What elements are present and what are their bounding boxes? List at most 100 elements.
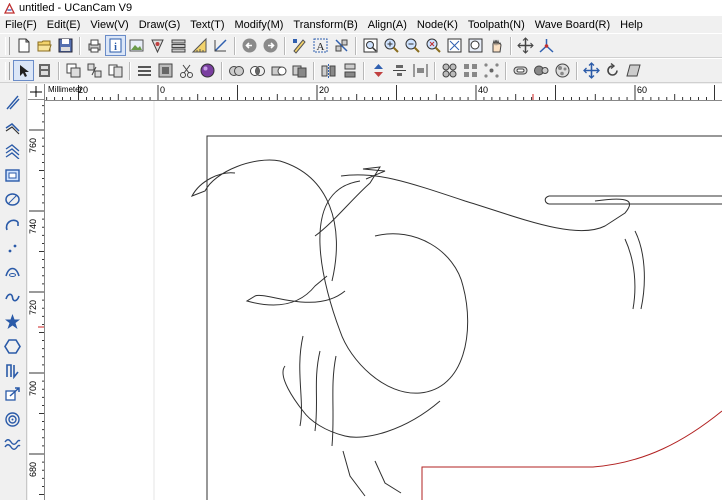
skew-button[interactable] [623,60,644,81]
menu-item-edit[interactable]: Edit(E) [42,19,86,31]
zoom-all-button[interactable] [465,35,486,56]
toolbar-separator [221,61,223,80]
ruler-corner[interactable] [28,84,45,100]
layers-button[interactable] [168,35,189,56]
polygon-tool-icon [3,338,21,355]
line-tool-button[interactable] [2,92,22,112]
grid-array-button[interactable] [460,60,481,81]
zoom-window-button[interactable] [360,35,381,56]
info-button[interactable]: i [105,35,126,56]
round-corner-icon [533,62,550,79]
object-manager-button[interactable] [34,60,55,81]
zoom-window-icon [362,37,379,54]
duplicate-button[interactable] [63,60,84,81]
nest-icon [441,62,458,79]
offset-contour-button[interactable] [510,60,531,81]
star-tool-button[interactable] [2,312,22,332]
rotate-icon [604,62,621,79]
dimension-icon [212,37,229,54]
polygon-tool-button[interactable] [2,336,22,356]
spiral-tool-button[interactable] [2,409,22,429]
main-toolbar: iA [0,33,722,58]
trim-button[interactable] [268,60,289,81]
zoom-in-icon [383,37,400,54]
rectangle-tool-button[interactable] [2,165,22,185]
menu-item-help[interactable]: Help [615,19,648,31]
hatch-button[interactable] [134,60,155,81]
origin-axis-button[interactable] [536,35,557,56]
menu-item-text[interactable]: Text(T) [185,19,229,31]
drawing-canvas[interactable] [45,101,722,500]
bezier-tool-button[interactable] [2,263,22,283]
zoom-out-button[interactable] [402,35,423,56]
intersect-button[interactable] [247,60,268,81]
bitmap-button[interactable] [155,60,176,81]
distribute-button[interactable] [410,60,431,81]
pattern-button[interactable] [552,60,573,81]
array-copy-button[interactable] [84,60,105,81]
zoom-selection-button[interactable] [423,35,444,56]
redo-button[interactable] [260,35,281,56]
clone-button[interactable] [105,60,126,81]
color-ball-button[interactable] [197,60,218,81]
menu-item-align[interactable]: Align(A) [363,19,412,31]
align-button[interactable] [331,35,352,56]
spiral-curve-tool-button[interactable] [2,287,22,307]
menu-item-draw[interactable]: Draw(G) [134,19,186,31]
import-image-button[interactable] [126,35,147,56]
vectorize-button[interactable] [147,35,168,56]
menu-item-node[interactable]: Node(K) [412,19,463,31]
arc-tool-button[interactable] [2,214,22,234]
node-edit-icon [291,37,308,54]
ruler-measure-button[interactable] [189,35,210,56]
undo-button[interactable] [239,35,260,56]
spread-button[interactable] [481,60,502,81]
mirror-horizontal-button[interactable] [318,60,339,81]
zoom-in-button[interactable] [381,35,402,56]
pan-hand-button[interactable] [486,35,507,56]
center-align-button[interactable] [389,60,410,81]
point-tool-button[interactable] [2,238,22,258]
toolbar-separator [58,61,60,80]
hatch-icon [136,62,153,79]
dimension-button[interactable] [210,35,231,56]
ellipse-tool-button[interactable] [2,190,22,210]
offset-contour-icon [512,62,529,79]
exclude-button[interactable] [289,60,310,81]
flip-button[interactable] [368,60,389,81]
material-boundary [206,135,722,500]
print-button[interactable] [84,35,105,56]
menu-item-file[interactable]: File(F) [0,19,42,31]
distribute-icon [412,62,429,79]
arrow-tool-button[interactable] [2,385,22,405]
text-frame-button[interactable]: A [310,35,331,56]
text-path-tool-button[interactable] [2,360,22,380]
menu-item-view[interactable]: View(V) [85,19,133,31]
round-corner-button[interactable] [531,60,552,81]
wave-tool-button[interactable] [2,434,22,454]
arc-tool-icon [4,216,21,233]
zoom-fit-button[interactable] [444,35,465,56]
rotate-button[interactable] [602,60,623,81]
toolbar-grip[interactable] [5,61,10,80]
multi-line-tool-button[interactable] [2,141,22,161]
duplicate-icon [65,62,82,79]
menu-item-modify[interactable]: Modify(M) [230,19,289,31]
mirror-vertical-button[interactable] [339,60,360,81]
toolbar-grip[interactable] [5,36,10,55]
save-button[interactable] [55,35,76,56]
menu-item-wave-board[interactable]: Wave Board(R) [530,19,615,31]
weld-button[interactable] [226,60,247,81]
nest-button[interactable] [439,60,460,81]
move-cross-button[interactable] [515,35,536,56]
toolbar-separator [355,36,357,55]
menu-item-toolpath[interactable]: Toolpath(N) [463,19,530,31]
move-button[interactable] [581,60,602,81]
polyline-tool-button[interactable] [2,116,22,136]
select-pointer-button[interactable] [13,60,34,81]
new-document-button[interactable] [13,35,34,56]
scissors-button[interactable] [176,60,197,81]
menu-item-transform[interactable]: Transform(B) [288,19,362,31]
open-folder-button[interactable] [34,35,55,56]
node-edit-button[interactable] [289,35,310,56]
